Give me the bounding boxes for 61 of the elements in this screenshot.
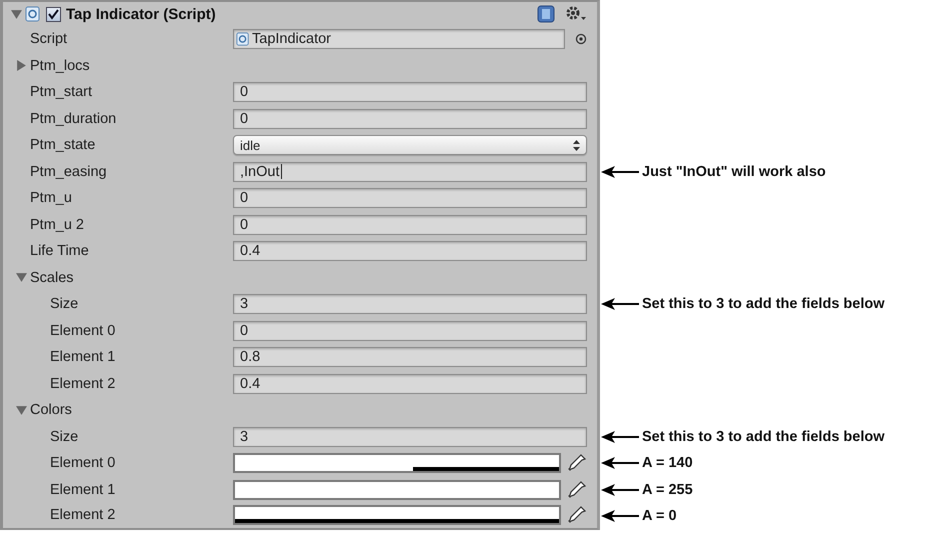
property-label: Life Time [30, 243, 89, 260]
property-label: Element 0 [50, 322, 116, 339]
eyedropper-icon[interactable] [567, 505, 587, 526]
color-swatch[interactable] [233, 453, 561, 474]
input-field[interactable]: 0 [233, 82, 587, 102]
pointer-arrow [601, 298, 639, 310]
property-label: Ptm_u [30, 190, 72, 206]
checkbox[interactable] [46, 6, 61, 22]
property-label: Ptm_duration [30, 110, 116, 127]
expanded-triangle-icon[interactable] [16, 404, 27, 416]
expanded-triangle-icon[interactable] [16, 272, 27, 284]
dropdown[interactable]: idle [233, 135, 587, 156]
property-label: Size [50, 428, 78, 445]
pointer-arrow [601, 510, 639, 522]
script-file-icon [25, 6, 41, 22]
annotation-text: A = 255 [642, 482, 693, 498]
property-label: Script [30, 31, 68, 48]
input-field[interactable]: 0 [233, 320, 587, 341]
pointer-arrow [601, 457, 639, 470]
property-label: Element 2 [50, 507, 116, 524]
target-icon[interactable] [575, 33, 587, 46]
property-label: Element 1 [50, 349, 116, 366]
property-label: Ptm_locs [30, 58, 90, 74]
color-swatch[interactable] [233, 505, 561, 526]
component-title: Tap Indicator (Script) [66, 6, 216, 22]
annotation-text: A = 140 [642, 455, 693, 472]
object-field[interactable]: TapIndicator [233, 29, 565, 50]
input-field[interactable]: 0 [233, 214, 587, 235]
pointer-arrow [601, 484, 639, 496]
script-file-icon [236, 32, 250, 46]
property-label: Ptm_easing [30, 164, 107, 180]
pointer-arrow [601, 430, 639, 443]
property-label: Scales [30, 270, 74, 286]
help-book-icon[interactable] [537, 5, 555, 23]
property-label: Element 2 [50, 376, 116, 392]
property-label: Ptm_u 2 [30, 216, 84, 233]
annotation-text: A = 0 [642, 508, 677, 524]
input-field[interactable]: 0.4 [233, 241, 587, 262]
annotation-text: Just "InOut" will work also [642, 164, 826, 180]
property-label: Ptm_start [30, 84, 92, 100]
property-label: Ptm_state [30, 137, 96, 154]
property-label: Colors [30, 402, 72, 418]
property-label: Element 1 [50, 482, 116, 498]
annotation-text: Set this to 3 to add the fields below [642, 296, 884, 312]
input-field[interactable]: 0.8 [233, 347, 587, 368]
property-label: Size [50, 296, 78, 312]
up-down-arrows-icon [573, 140, 580, 151]
input-field[interactable]: ,InOut [233, 162, 587, 182]
input-field[interactable]: 0.4 [233, 374, 587, 394]
input-field[interactable]: 0 [233, 188, 587, 208]
expanded-triangle-icon[interactable] [11, 8, 22, 20]
eyedropper-icon[interactable] [567, 480, 587, 500]
color-swatch[interactable] [233, 480, 561, 500]
input-field[interactable]: 3 [233, 426, 587, 447]
annotation-text: Set this to 3 to add the fields below [642, 428, 884, 445]
collapsed-triangle-icon[interactable] [16, 60, 27, 72]
input-field[interactable]: 3 [233, 294, 587, 314]
property-label: Element 0 [50, 455, 116, 472]
input-field[interactable]: 0 [233, 108, 587, 129]
eyedropper-icon[interactable] [567, 453, 587, 474]
pointer-arrow [601, 166, 639, 178]
